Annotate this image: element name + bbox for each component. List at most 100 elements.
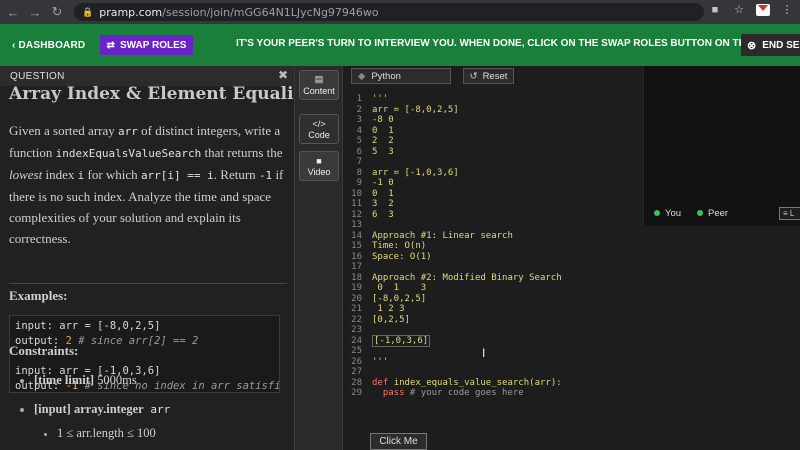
online-dot-icon (697, 210, 704, 216)
video-panel: You Peer ≡ L (643, 66, 800, 226)
line-number: 7 (356, 157, 362, 167)
language-select[interactable]: ◆ Python (351, 68, 451, 84)
question-header-label: QUESTION (10, 70, 65, 82)
code-line[interactable]: 29 pass # your code goes here (344, 388, 800, 399)
code-line[interactable]: 20 [-8,0,2,5] (344, 294, 800, 305)
line-number: 3 (356, 115, 362, 125)
line-number: 26 (351, 356, 362, 367)
code-line[interactable]: 27 (344, 367, 800, 378)
line-number: 22 (351, 314, 362, 325)
line-number: 20 (351, 293, 362, 304)
line-number: 15 (351, 241, 362, 251)
constraints-heading: Constraints: (9, 343, 79, 358)
example-input: input: arr = [-8,0,2,5] (15, 320, 161, 332)
question-title: Array Index & Element Equality (9, 84, 294, 104)
line-number: 21 (351, 304, 362, 314)
mouse-cursor-icon: I (482, 346, 486, 360)
desc-code: i (77, 169, 85, 182)
line-number: 19 (351, 283, 362, 293)
line-number: 4 (356, 125, 362, 136)
code-line[interactable]: 26 ''' (344, 357, 800, 368)
reset-button[interactable]: ↺ Reset (463, 68, 514, 84)
examples-heading: Examples: (9, 288, 68, 303)
code-text: Space: O(1) (372, 251, 432, 262)
line-number: 2 (356, 104, 362, 115)
code-line[interactable]: 17 (344, 262, 800, 273)
line-number: 16 (351, 251, 362, 262)
code-text: Time: O(n) (372, 241, 427, 251)
desc-code: indexEqualsValueSearch (55, 147, 202, 160)
line-number: 8 (356, 167, 362, 178)
content-label: Content (303, 86, 335, 96)
banner-message: IT'S YOUR PEER'S TURN TO INTERVIEW YOU. … (236, 38, 781, 49)
code-text: Approach #1: Linear search (372, 230, 513, 241)
line-number: 12 (351, 209, 362, 220)
code-line[interactable]: 22 [0,2,5] (344, 315, 800, 326)
swap-icon: ⇄ (106, 39, 115, 51)
video-menu-button[interactable]: ≡ L (779, 207, 800, 220)
question-description: Given a sorted array arr of distinct int… (9, 120, 289, 249)
dashboard-link[interactable]: ‹ DASHBOARD (12, 40, 85, 51)
code-line[interactable]: 28 def index_equals_value_search(arr): (344, 378, 800, 389)
swap-roles-button[interactable]: ⇄ SWAP ROLES (100, 35, 193, 55)
url-domain: pramp.com (99, 5, 163, 19)
video-label: Video (307, 166, 331, 177)
you-indicator: You (654, 208, 681, 219)
line-number: 14 (351, 230, 362, 241)
end-session-button[interactable]: ⊗ END SES (741, 34, 800, 56)
line-number: 11 (351, 199, 362, 209)
menu-dots-icon[interactable]: ⋮ (780, 3, 794, 16)
line-number: 23 (351, 325, 362, 335)
line-number: 6 (356, 146, 362, 157)
camera-icon[interactable]: ■ (708, 4, 722, 16)
code-text: arr = [-1,0,3,6] (372, 167, 459, 178)
code-button[interactable]: </> Code (299, 114, 339, 144)
address-bar[interactable]: 🔒 pramp.com/session/join/mGG64N1LJycNg97… (74, 3, 704, 21)
document-icon: ▤ (314, 74, 324, 84)
code-line[interactable]: 19 0 1 3 (344, 283, 800, 294)
code-text: 1 2 3 (372, 304, 405, 314)
code-line[interactable]: 16 Space: O(1) (344, 252, 800, 263)
line-number: 25 (351, 346, 362, 356)
bookmark-star-icon[interactable]: ☆ (732, 3, 746, 16)
line-number: 27 (351, 367, 362, 377)
forward-icon[interactable]: → (26, 3, 44, 21)
view-toolbar: ▤ Content </> Code ■ Video (294, 66, 343, 450)
code-text: 5 3 (372, 146, 394, 157)
line-number: 24 (351, 335, 362, 346)
code-text: def index_equals_value_search(arr): (372, 377, 562, 388)
code-text: [-8,0,2,5] (372, 293, 427, 304)
back-icon[interactable]: ← (4, 3, 22, 21)
code-text: Approach #2: Modified Binary Search (372, 272, 562, 283)
video-controls: You Peer ≡ L (644, 204, 800, 222)
code-line[interactable]: 25 (344, 346, 800, 357)
python-icon: ◆ (358, 70, 366, 82)
code-text: [0,2,5] (372, 314, 410, 325)
code-line[interactable]: 14 Approach #1: Linear search (344, 231, 800, 242)
reload-icon[interactable]: ↻ (48, 3, 66, 21)
code-line[interactable]: 24 [-1,0,3,6] (344, 334, 800, 347)
desc-text: for which (87, 167, 138, 182)
close-icon[interactable]: ✖ (278, 68, 288, 82)
code-line[interactable]: 18 Approach #2: Modified Binary Search (344, 273, 800, 284)
content-button[interactable]: ▤ Content (299, 70, 339, 100)
code-line[interactable]: 23 (344, 325, 800, 336)
code-line[interactable]: 15 Time: O(n) (344, 241, 800, 252)
line-number: 10 (351, 188, 362, 199)
constraint-item: [input] array.integer arr (20, 402, 170, 417)
code-icon: </> (312, 118, 326, 129)
code-text: pass # your code goes here (372, 388, 524, 398)
click-me-button[interactable]: Click Me (370, 433, 427, 450)
constraint-item: 1 ≤ arr.length ≤ 100 (44, 426, 156, 441)
video-button[interactable]: ■ Video (299, 151, 339, 181)
code-text: 0 1 3 (372, 283, 427, 293)
line-number: 17 (351, 262, 362, 272)
online-dot-icon (654, 210, 660, 216)
code-text: ''' (372, 94, 389, 104)
line-number: 18 (351, 272, 362, 283)
desc-text: that returns the (204, 145, 283, 160)
gmail-icon[interactable] (756, 3, 770, 16)
line-number: 29 (351, 388, 362, 398)
reset-icon: ↺ (469, 70, 478, 82)
code-line[interactable]: 21 1 2 3 (344, 304, 800, 315)
